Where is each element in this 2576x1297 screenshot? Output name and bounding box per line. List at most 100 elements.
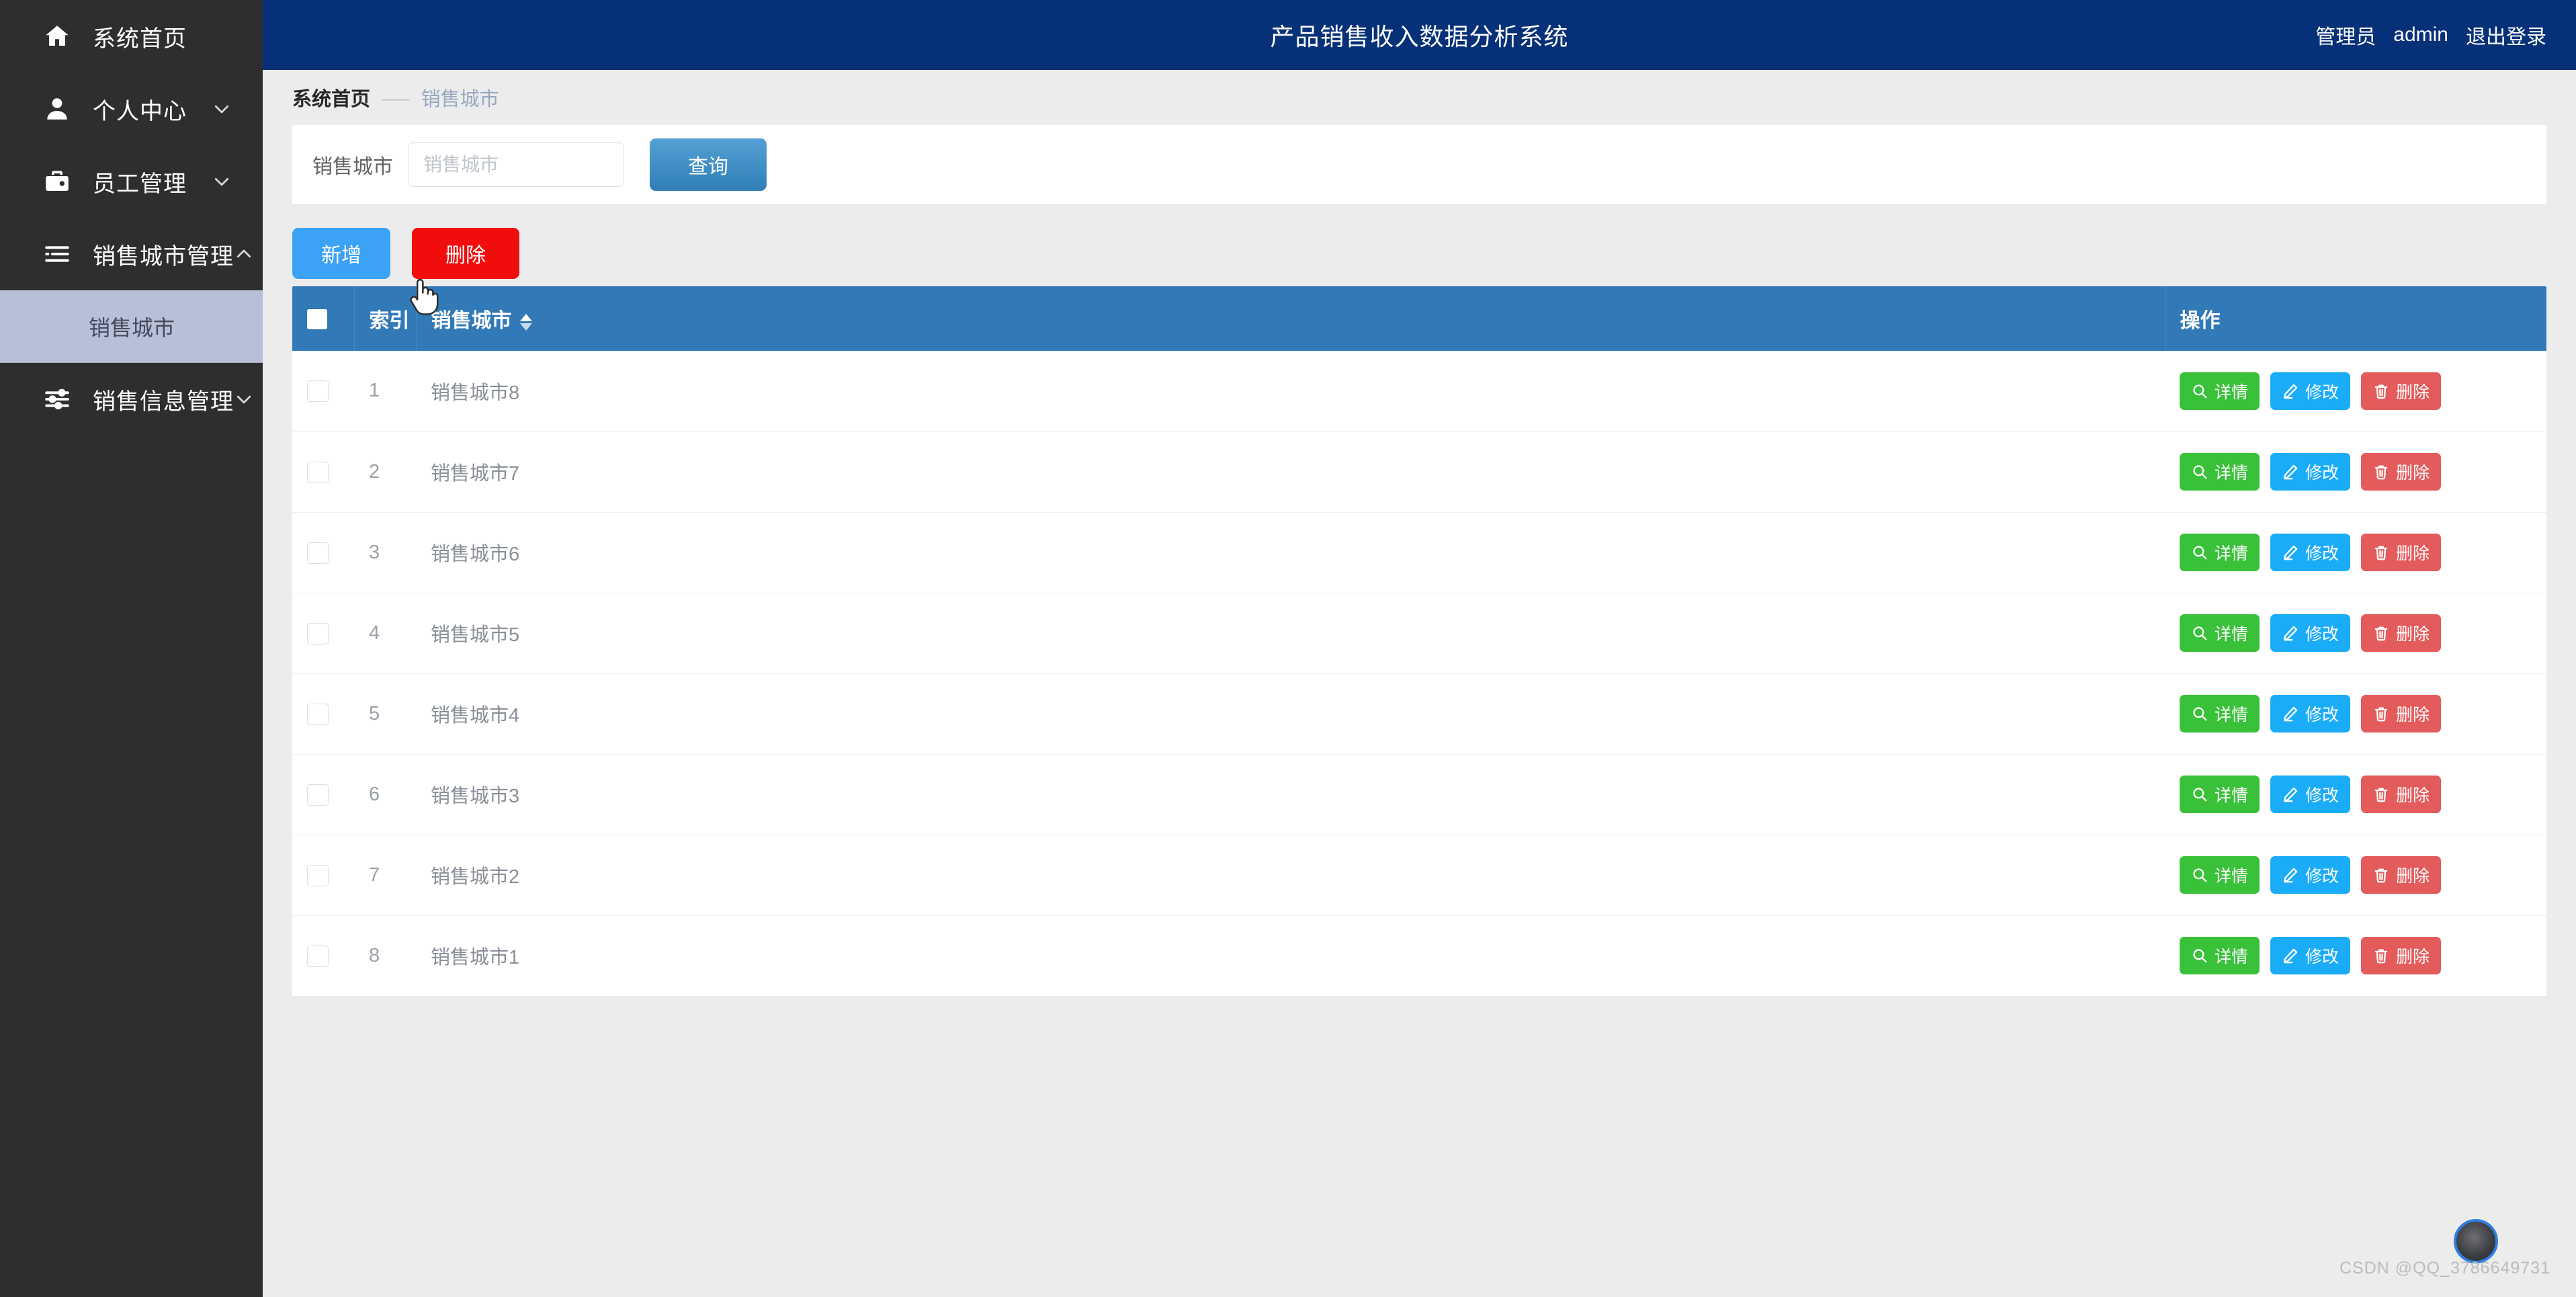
- row-city: 销售城市4: [416, 673, 2165, 755]
- sidebar-item-personal-center[interactable]: 个人中心: [0, 73, 263, 145]
- table-head: 索引 销售城市 操作: [292, 286, 2546, 351]
- row-delete-button[interactable]: 删除: [2361, 856, 2442, 894]
- trash-icon: [2372, 624, 2390, 642]
- delete-button[interactable]: 删除: [412, 228, 519, 279]
- select-all-checkbox[interactable]: [307, 309, 327, 330]
- row-checkbox[interactable]: [307, 703, 329, 725]
- edit-button[interactable]: 修改: [2270, 614, 2351, 652]
- edit-button-label: 修改: [2305, 948, 2339, 967]
- edit-button[interactable]: 修改: [2270, 372, 2351, 410]
- row-operations: 详情 修改 删除: [2165, 512, 2546, 593]
- edit-button[interactable]: 修改: [2270, 453, 2351, 491]
- logout-button[interactable]: 退出登录: [2466, 20, 2546, 50]
- sidebar-item-home[interactable]: 系统首页: [0, 0, 263, 73]
- row-checkbox[interactable]: [307, 864, 329, 886]
- row-delete-button[interactable]: 删除: [2361, 453, 2442, 491]
- edit-button[interactable]: 修改: [2270, 695, 2351, 733]
- breadcrumb-current: 销售城市: [421, 89, 499, 110]
- detail-button[interactable]: 详情: [2180, 372, 2260, 410]
- row-index: 1: [354, 351, 416, 432]
- sliders-icon: [42, 384, 73, 415]
- row-delete-button[interactable]: 删除: [2361, 776, 2442, 813]
- table-row: 4 销售城市5 详情 修改 删除: [292, 593, 2546, 674]
- sidebar-item-label: 系统首页: [93, 26, 187, 52]
- search-icon: [2191, 544, 2208, 561]
- row-checkbox[interactable]: [307, 784, 329, 806]
- edit-button-label: 修改: [2305, 867, 2339, 886]
- chevron-down-icon[interactable]: [234, 388, 254, 411]
- sidebar-item-label: 个人中心: [93, 98, 187, 124]
- row-delete-button-label: 删除: [2396, 948, 2430, 967]
- user-icon: [42, 93, 73, 124]
- row-city: 销售城市2: [416, 835, 2165, 916]
- edit-button[interactable]: 修改: [2270, 856, 2351, 894]
- row-city: 销售城市1: [416, 915, 2165, 996]
- sidebar-item-sales-city-management[interactable]: 销售城市管理: [0, 218, 263, 290]
- detail-button-label: 详情: [2215, 786, 2249, 805]
- query-button[interactable]: 查询: [650, 138, 767, 191]
- row-city: 销售城市8: [416, 351, 2165, 432]
- row-operations-group: 详情 修改 删除: [2180, 453, 2532, 491]
- detail-button[interactable]: 详情: [2180, 534, 2260, 571]
- row-checkbox[interactable]: [307, 380, 329, 403]
- row-city: 销售城市3: [416, 754, 2165, 835]
- edit-button-label: 修改: [2305, 464, 2339, 483]
- table-body: 1 销售城市8 详情 修改 删除 2 销售城市7 详情 修改 删除 3 销售城市6 详情 修改 删除 4 销售城…: [292, 351, 2546, 996]
- pencil-icon: [2282, 866, 2299, 884]
- detail-button-label: 详情: [2215, 464, 2249, 483]
- detail-button[interactable]: 详情: [2180, 453, 2260, 491]
- chevron-down-icon[interactable]: [210, 170, 233, 193]
- content-area: 系统首页 ⸺ 销售城市 销售城市 查询 新增 删除: [263, 70, 2576, 1297]
- row-select-cell: [292, 431, 354, 513]
- row-checkbox[interactable]: [307, 461, 329, 483]
- top-header: 产品销售收入数据分析系统 管理员 admin 退出登录: [263, 0, 2576, 70]
- row-index: 5: [354, 673, 416, 755]
- home-icon: [42, 21, 73, 52]
- th-city[interactable]: 销售城市: [416, 286, 2165, 351]
- row-operations-group: 详情 修改 删除: [2180, 856, 2532, 894]
- sidebar-subitem-sales-city[interactable]: 销售城市: [0, 290, 263, 363]
- row-delete-button[interactable]: 删除: [2361, 614, 2442, 652]
- detail-button-label: 详情: [2215, 625, 2249, 644]
- detail-button[interactable]: 详情: [2180, 614, 2260, 652]
- user-name-label: admin: [2393, 24, 2448, 46]
- row-delete-button[interactable]: 删除: [2361, 937, 2442, 975]
- row-select-cell: [292, 512, 354, 593]
- edit-button[interactable]: 修改: [2270, 776, 2351, 813]
- row-operations: 详情 修改 删除: [2165, 835, 2546, 916]
- row-index: 6: [354, 754, 416, 835]
- add-button[interactable]: 新增: [292, 228, 390, 279]
- row-delete-button-label: 删除: [2396, 706, 2430, 724]
- detail-button[interactable]: 详情: [2180, 695, 2260, 733]
- row-select-cell: [292, 835, 354, 916]
- detail-button[interactable]: 详情: [2180, 937, 2260, 975]
- search-icon: [2191, 705, 2208, 722]
- row-delete-button-label: 删除: [2396, 544, 2430, 563]
- chevron-up-icon[interactable]: [234, 243, 254, 265]
- pencil-icon: [2282, 624, 2299, 642]
- detail-button[interactable]: 详情: [2180, 856, 2260, 894]
- sidebar-item-employee-management[interactable]: 员工管理: [0, 145, 263, 218]
- breadcrumb-home[interactable]: 系统首页: [292, 83, 370, 112]
- edit-button-label: 修改: [2305, 786, 2339, 805]
- search-field-label: 销售城市: [312, 156, 393, 178]
- row-delete-button[interactable]: 删除: [2361, 372, 2442, 410]
- sort-arrows-icon[interactable]: [519, 313, 532, 331]
- row-delete-button[interactable]: 删除: [2361, 534, 2442, 571]
- edit-button[interactable]: 修改: [2270, 534, 2351, 571]
- edit-button[interactable]: 修改: [2270, 937, 2351, 975]
- row-checkbox[interactable]: [307, 622, 329, 644]
- row-operations-group: 详情 修改 删除: [2180, 614, 2532, 652]
- detail-button[interactable]: 详情: [2180, 776, 2260, 813]
- row-checkbox[interactable]: [307, 542, 329, 564]
- data-table-container: 索引 销售城市 操作 1 销售城市8 详情 修改 删除 2 销售城市7 详情 修改 删除 3 销售城市…: [292, 286, 2546, 996]
- search-panel: 销售城市 查询: [292, 125, 2546, 204]
- row-select-cell: [292, 754, 354, 835]
- sidebar-item-sales-info-management[interactable]: 销售信息管理: [0, 363, 263, 435]
- search-input[interactable]: [408, 142, 624, 187]
- row-checkbox[interactable]: [307, 945, 329, 967]
- row-delete-button[interactable]: 删除: [2361, 695, 2442, 733]
- row-operations: 详情 修改 删除: [2165, 431, 2546, 513]
- chevron-down-icon[interactable]: [210, 97, 233, 120]
- list-icon: [42, 239, 73, 269]
